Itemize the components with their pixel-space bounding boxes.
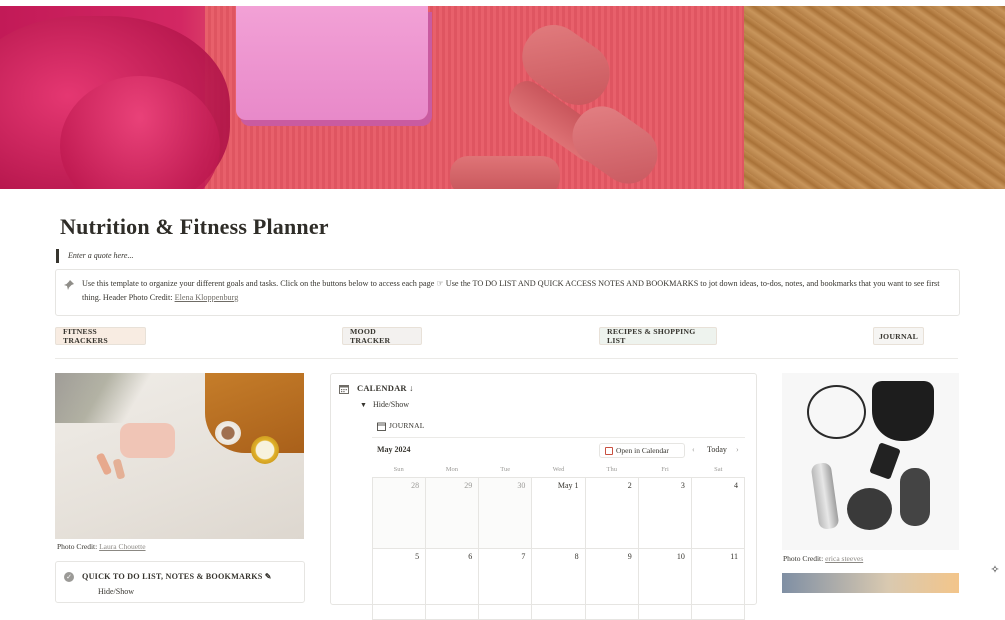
sports-bra <box>872 381 934 441</box>
weekday-label: Sat <box>714 466 723 473</box>
weekday-label: Thu <box>606 466 617 473</box>
view-divider <box>372 437 745 438</box>
desk-photo <box>55 373 304 539</box>
alarm-clock <box>251 436 279 464</box>
open-in-calendar-button[interactable]: Open in Calendar <box>599 443 685 458</box>
cover-image <box>0 6 1005 189</box>
divider <box>55 358 958 359</box>
chevron-left-icon[interactable]: ‹ <box>692 445 695 454</box>
wood-floor <box>744 6 1005 189</box>
calendar-app-icon <box>605 446 613 455</box>
water-bottle <box>810 461 840 531</box>
calendar-day[interactable]: 30 <box>478 478 532 548</box>
pink-pouch <box>120 423 175 458</box>
credit-link-erica[interactable]: erica steeves <box>825 554 863 563</box>
credit-prefix: Photo Credit: <box>783 554 826 563</box>
chevron-right-icon[interactable]: › <box>736 445 739 454</box>
phone <box>869 442 901 480</box>
header-credit-link[interactable]: Elena Kloppenburg <box>175 293 239 302</box>
credit-link-laura[interactable]: Laura Chouette <box>99 542 145 551</box>
sunset-photo <box>782 573 959 593</box>
fitness-gear-photo <box>782 373 959 550</box>
cosmetic-bottle <box>95 452 113 476</box>
weekday-header: Sun Mon Tue Wed Thu Fri Sat <box>372 463 745 477</box>
sneaker <box>847 488 892 530</box>
weekday-label: Fri <box>661 466 669 473</box>
credit-prefix: Photo Credit: <box>57 542 100 551</box>
jump-rope <box>807 385 866 439</box>
calendar-day[interactable]: 2 <box>584 478 638 548</box>
open-in-calendar-label: Open in Calendar <box>616 446 669 455</box>
cosmetic-bottle <box>112 458 126 480</box>
dumbbell-bar <box>450 156 560 189</box>
calendar-day[interactable]: 11 <box>690 549 745 619</box>
pin-icon <box>64 280 74 290</box>
calendar-day[interactable]: 5 <box>372 549 425 619</box>
weekday-label: Mon <box>445 466 459 473</box>
journal-button[interactable]: JOURNAL <box>873 327 924 345</box>
toggle-triangle-icon[interactable]: ▼ <box>360 401 367 409</box>
mood-tracker-button[interactable]: MOOD TRACKER <box>342 327 422 345</box>
calendar-grid: 28 29 30 May 1 2 3 4 5 6 7 8 9 10 11 <box>372 477 745 620</box>
quote-block[interactable]: Enter a quote here... <box>56 249 133 263</box>
sparkle-icon[interactable]: ✧ <box>987 562 1003 578</box>
callout-text: Use this template to organize your diffe… <box>82 277 944 305</box>
page-title[interactable]: Nutrition & Fitness Planner <box>60 214 329 240</box>
calendar-week: 5 6 7 8 9 10 11 <box>372 549 745 620</box>
calendar-toggle[interactable]: Hide/Show <box>373 400 409 409</box>
todo-callout <box>55 561 305 603</box>
photo-credit-right: Photo Credit: erica steeves <box>783 554 863 563</box>
view-tab-journal[interactable]: JOURNAL <box>389 421 425 430</box>
calendar-day[interactable]: 7 <box>478 549 531 619</box>
calendar-day[interactable]: 10 <box>637 549 691 619</box>
calendar-day[interactable]: 3 <box>637 478 691 548</box>
weekday-label: Tue <box>500 466 511 473</box>
yoga-block <box>236 6 428 120</box>
calendar-day[interactable]: 9 <box>584 549 638 619</box>
calendar-week: 28 29 30 May 1 2 3 4 <box>372 478 745 549</box>
calendar-day[interactable]: 4 <box>690 478 745 548</box>
recipes-shopping-button[interactable]: RECIPES & SHOPPING LIST <box>599 327 717 345</box>
month-label: May 2024 <box>377 445 411 454</box>
leaf-pattern <box>55 373 165 423</box>
calendar-day[interactable]: 28 <box>372 478 426 548</box>
calendar-day[interactable]: 6 <box>425 549 478 619</box>
coffee-cup <box>215 421 241 445</box>
sneaker <box>900 468 930 526</box>
photo-credit-left: Photo Credit: Laura Chouette <box>57 542 146 551</box>
check-circle-icon: ✓ <box>64 572 74 582</box>
calendar-day[interactable]: 29 <box>425 478 479 548</box>
fitness-trackers-button[interactable]: FITNESS TRACKERS <box>55 327 146 345</box>
calendar-view-icon <box>377 422 386 431</box>
weekday-label: Wed <box>552 466 565 473</box>
calendar-day[interactable]: 8 <box>531 549 584 619</box>
todo-title: QUICK TO DO LIST, NOTES & BOOKMARKS ✎ <box>82 572 272 581</box>
weekday-label: Sun <box>393 466 404 473</box>
calendar-title: CALENDAR ↓ <box>357 383 414 393</box>
calendar-day[interactable]: May 1 <box>531 478 584 548</box>
today-button[interactable]: Today <box>707 445 727 454</box>
calendar-icon <box>339 385 349 394</box>
todo-toggle[interactable]: Hide/Show <box>98 587 134 596</box>
